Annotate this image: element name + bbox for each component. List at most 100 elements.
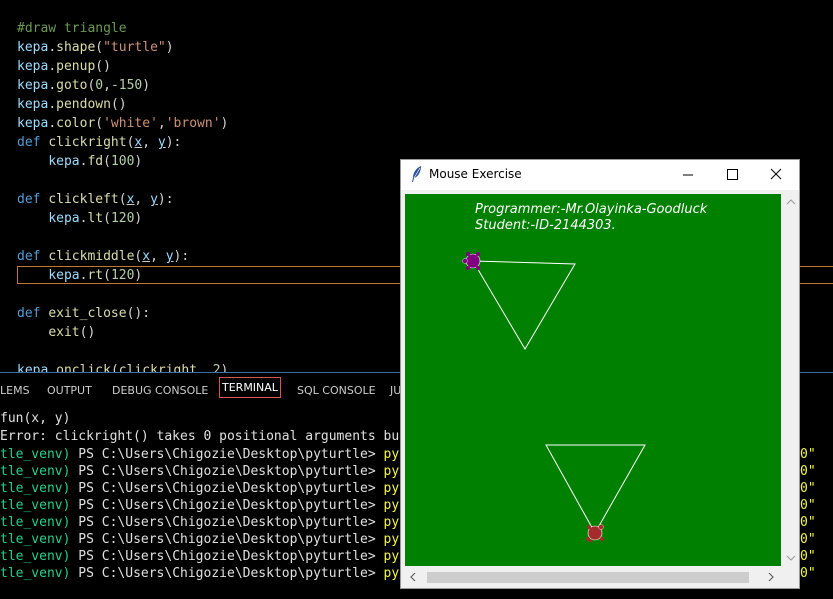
tab-output[interactable]: OUTPUT: [47, 384, 92, 397]
code-token: def: [17, 249, 49, 264]
code-token: ): [134, 268, 143, 283]
code-line: kepa.rt(120): [17, 266, 142, 285]
code-token: goto: [56, 78, 88, 93]
terminal-token: tle_venv): [0, 549, 71, 564]
code-line: kepa.color('white','brown'): [17, 114, 228, 133]
code-token: clickright: [48, 135, 127, 150]
code-token: .: [48, 363, 57, 372]
turtle-drawing: [462, 252, 646, 543]
code-token: ,: [103, 78, 111, 93]
tab-terminal[interactable]: TERMINAL: [219, 377, 281, 398]
terminal-line: fun(x, y): [0, 411, 71, 426]
code-line: def exit_close():: [17, 304, 150, 323]
code-token: kepa: [48, 268, 80, 283]
terminal-line-tail: 0": [800, 481, 816, 496]
terminal-token: tle_venv): [0, 464, 71, 479]
code-token: (: [110, 363, 119, 372]
tab-sql-console[interactable]: SQL CONSOLE: [297, 384, 376, 397]
code-token: .: [48, 59, 57, 74]
code-token: 0: [95, 78, 104, 93]
scroll-arrows-vertical: [786, 199, 796, 561]
terminal-line-tail: 0": [800, 498, 816, 513]
vertical-scrollbar[interactable]: [783, 192, 799, 568]
lower-triangle: [545, 444, 646, 535]
code-line: def clickmiddle(x, y):: [17, 247, 189, 266]
terminal-prompt-line: tle_venv) PS C:\Users\Chigozie\Desktop\p…: [0, 531, 454, 548]
code-line: #draw triangle: [17, 19, 127, 38]
terminal-prompt-line: tle_venv) PS C:\Users\Chigozie\Desktop\p…: [0, 548, 454, 565]
window-title: Mouse Exercise: [429, 167, 522, 181]
canvas-frame: Programmer:-Mr.Olayinka-Goodluck Student…: [403, 192, 783, 568]
code-token: rt: [87, 268, 104, 283]
code-token: exit_close: [48, 306, 127, 321]
terminal-prompt-line: tle_venv) PS C:\Users\Chigozie\Desktop\p…: [0, 497, 454, 514]
code-token: kepa: [17, 59, 49, 74]
tab-debug-console[interactable]: DEBUG CONSOLE: [112, 384, 208, 397]
code-line: def clickleft(x, y):: [17, 190, 174, 209]
title-bar[interactable]: Mouse Exercise: [401, 160, 799, 190]
code-token: ):: [173, 249, 190, 264]
code-token: (: [118, 192, 127, 207]
code-token: def: [17, 135, 49, 150]
code-line: kepa.pendown(): [17, 95, 127, 114]
tab-problems[interactable]: LEMS: [0, 384, 30, 397]
turtle-canvas[interactable]: Programmer:-Mr.Olayinka-Goodluck Student…: [405, 194, 781, 566]
code-token: ): [220, 116, 229, 131]
code-token: (): [79, 325, 96, 340]
code-token: y: [150, 192, 158, 207]
code-token: color: [56, 116, 96, 131]
horizontal-scrollbar[interactable]: [403, 568, 783, 586]
code-token: clickright: [118, 363, 198, 372]
scroll-up-icon: [786, 199, 796, 205]
code-token: ,: [197, 363, 213, 372]
code-line: kepa.lt(120): [17, 209, 142, 228]
terminal-token: PS C:\Users\Chigozie\Desktop\pyturtle>: [70, 464, 384, 479]
brown-turtle-icon: [586, 524, 604, 543]
code-token: -150: [110, 78, 143, 93]
code-token: 2: [212, 363, 221, 372]
code-token: def: [17, 306, 49, 321]
turtle-window[interactable]: Mouse Exercise Programmer:-Mr.Olayinka-G…: [400, 159, 800, 589]
code-token: def: [17, 192, 49, 207]
terminal-line-tail: 0": [800, 532, 816, 547]
scroll-down-icon: [786, 555, 796, 561]
code-token: ):: [157, 192, 174, 207]
terminal-token: tle_venv): [0, 515, 71, 530]
code-token: kepa: [48, 154, 80, 169]
minimize-button[interactable]: [665, 160, 711, 190]
code-token: (: [103, 211, 111, 226]
code-token: 'brown': [165, 116, 221, 131]
close-button[interactable]: [753, 160, 799, 190]
code-line: kepa.onclick(clickright, 2): [17, 361, 228, 372]
code-token: x: [142, 249, 151, 264]
terminal-token: PS C:\Users\Chigozie\Desktop\pyturtle>: [70, 447, 384, 462]
code-line: kepa.goto(0,-150): [17, 76, 150, 95]
code-token: ): [165, 40, 174, 55]
code-token: penup: [56, 59, 96, 74]
code-token: (: [95, 116, 104, 131]
terminal-token: PS C:\Users\Chigozie\Desktop\pyturtle>: [70, 498, 384, 513]
code-token: 120: [110, 268, 135, 283]
code-token: kepa: [17, 40, 49, 55]
terminal-token: PS C:\Users\Chigozie\Desktop\pyturtle>: [70, 549, 384, 564]
terminal-prompt-line: tle_venv) PS C:\Users\Chigozie\Desktop\p…: [0, 446, 454, 463]
maximize-button[interactable]: [709, 160, 755, 190]
code-token: (): [110, 97, 127, 112]
scroll-right-icon: [768, 572, 774, 582]
code-token: clickleft: [48, 192, 119, 207]
terminal-prompt-line: tle_venv) PS C:\Users\Chigozie\Desktop\p…: [0, 514, 454, 531]
code-line: exit(): [17, 323, 95, 342]
code-token: ):: [165, 135, 182, 150]
code-token: onclick: [56, 363, 111, 372]
terminal-token: tle_venv): [0, 447, 71, 462]
code-token: shape: [56, 40, 96, 55]
terminal-token: tle_venv): [0, 481, 71, 496]
terminal-line-tail: 0": [800, 549, 816, 564]
code-token: #draw triangle: [17, 21, 127, 36]
terminal-token: PS C:\Users\Chigozie\Desktop\pyturtle>: [70, 515, 384, 530]
code-token: ): [220, 363, 229, 372]
code-line: kepa.penup(): [17, 57, 111, 76]
code-token: y: [157, 135, 166, 150]
